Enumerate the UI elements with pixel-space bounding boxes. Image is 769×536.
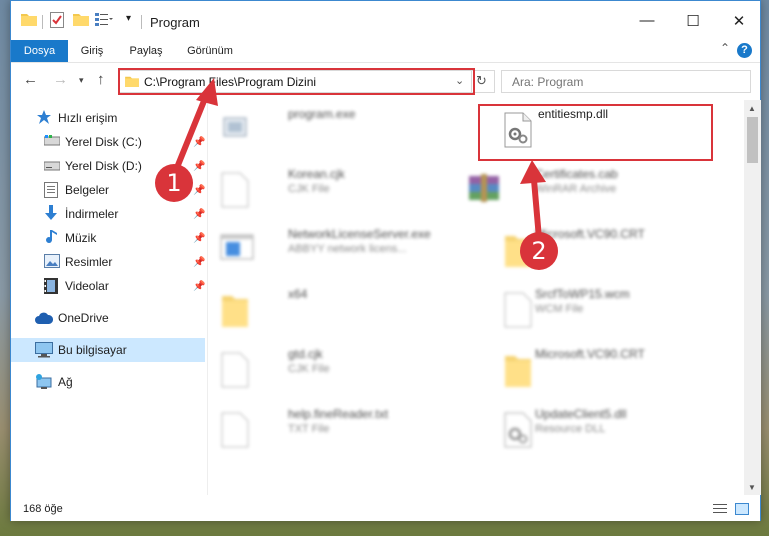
annotation-arrows (173, 78, 546, 253)
step-2-badge: 2 (520, 232, 558, 270)
step-1-badge: 1 (155, 164, 193, 202)
